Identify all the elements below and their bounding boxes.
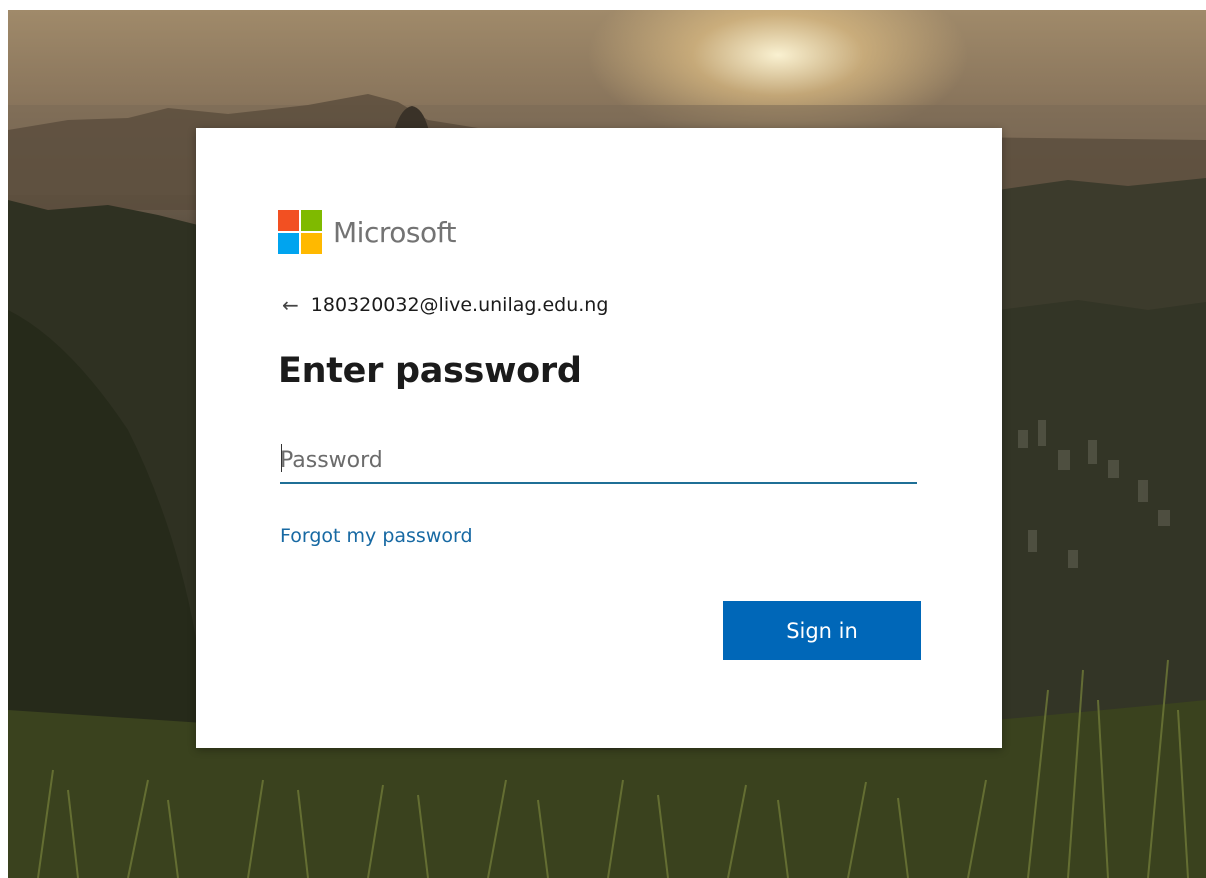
text-cursor: [281, 444, 282, 472]
sign-in-card: Microsoft ← 180320032@live.unilag.edu.ng…: [196, 128, 1002, 748]
microsoft-logo: Microsoft: [278, 210, 456, 254]
page-title: Enter password: [278, 351, 582, 391]
logo-blue-square: [278, 233, 299, 254]
sign-in-page: Microsoft ← 180320032@live.unilag.edu.ng…: [0, 0, 1206, 878]
password-input[interactable]: [280, 438, 917, 484]
forgot-password-link[interactable]: Forgot my password: [280, 525, 473, 547]
brand-name: Microsoft: [333, 215, 456, 249]
logo-yellow-square: [301, 233, 322, 254]
logo-red-square: [278, 210, 299, 231]
account-identity: ← 180320032@live.unilag.edu.ng: [282, 294, 608, 316]
logo-green-square: [301, 210, 322, 231]
sign-in-button[interactable]: Sign in: [723, 601, 921, 660]
back-arrow-icon[interactable]: ←: [282, 295, 299, 315]
account-email: 180320032@live.unilag.edu.ng: [310, 294, 609, 316]
microsoft-logo-icon: [278, 210, 322, 254]
